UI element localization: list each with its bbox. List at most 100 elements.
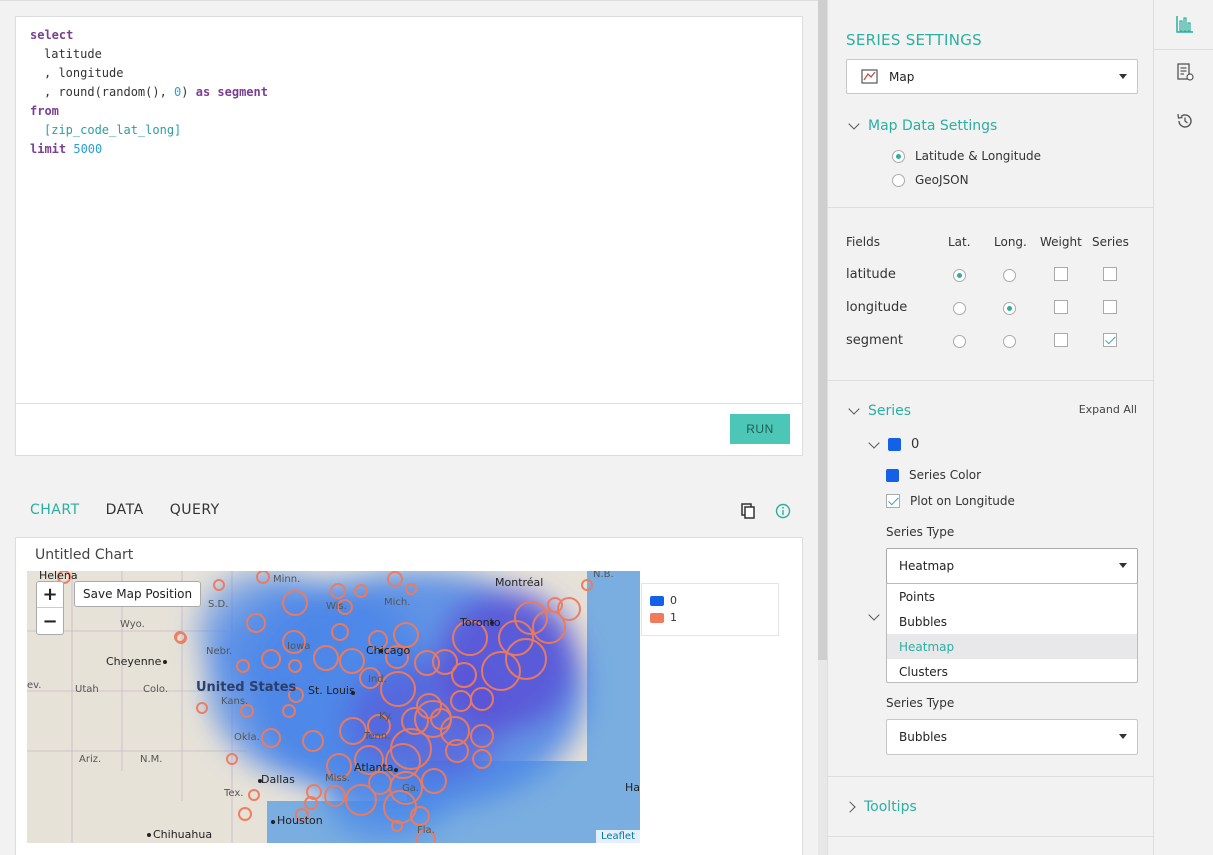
chart-panel: Untitled Chart Helena Minn. S.D. Wyo. Ne… <box>15 537 803 855</box>
field-latitude-lat-radio[interactable] <box>953 269 966 282</box>
plot-on-longitude-label: Plot on Longitude <box>910 494 1015 508</box>
series-section-label: Series <box>868 403 912 419</box>
field-longitude-long-radio[interactable] <box>1003 302 1016 315</box>
series-type-option-heatmap[interactable]: Heatmap <box>887 634 1137 659</box>
workspace-scrollbar[interactable] <box>818 0 827 855</box>
series-0-type-value: Heatmap <box>899 559 955 573</box>
document-settings-icon[interactable] <box>1176 63 1194 81</box>
fields-col-weight: Weight <box>1040 235 1082 249</box>
field-latitude-long-radio[interactable] <box>1003 269 1016 282</box>
field-longitude-series-checkbox[interactable] <box>1103 300 1117 314</box>
field-latitude-weight-checkbox[interactable] <box>1054 267 1068 281</box>
radio-lat-long[interactable]: Latitude & Longitude <box>892 149 1041 163</box>
map-label-st-louis: St. Louis <box>308 684 355 697</box>
map-label-ky: Ky. <box>379 711 393 722</box>
code-line-1: select <box>30 28 74 42</box>
history-icon[interactable] <box>1176 112 1194 130</box>
series-0-toggle[interactable]: 0 <box>868 436 919 452</box>
series-1-toggle[interactable] <box>868 608 880 623</box>
series-type-option-bubbles[interactable]: Bubbles <box>887 609 1137 634</box>
chevron-down-icon <box>868 609 880 621</box>
map-label-ind: Ind. <box>368 674 387 685</box>
series-section-toggle[interactable]: Series <box>848 403 912 419</box>
fields-col-long: Long. <box>994 235 1027 249</box>
map-label-cheyenne: Cheyenne <box>106 655 162 668</box>
divider <box>828 380 1153 381</box>
zoom-in-button[interactable]: + <box>37 582 63 608</box>
radio-lat-long-label: Latitude & Longitude <box>915 149 1042 163</box>
series-1-type-value: Bubbles <box>899 730 948 744</box>
zoom-out-button[interactable]: − <box>37 608 63 634</box>
legend-label-0: 0 <box>670 594 677 607</box>
bar-chart-icon[interactable] <box>1176 15 1194 33</box>
map-label-colo: Colo. <box>143 684 168 695</box>
map-label-dallas: Dallas <box>261 773 295 786</box>
series-type-option-clusters[interactable]: Clusters <box>887 659 1137 684</box>
field-latitude-series-checkbox[interactable] <box>1103 267 1117 281</box>
series-color-swatch[interactable] <box>886 468 899 482</box>
info-icon[interactable] <box>775 503 791 519</box>
plot-on-longitude-row[interactable]: Plot on Longitude <box>886 494 1015 508</box>
map-label-fla: Fla. <box>417 825 435 836</box>
tooltips-section-toggle[interactable]: Tooltips <box>844 799 917 815</box>
series-color-row[interactable]: Series Color <box>886 468 981 482</box>
divider <box>828 776 1153 777</box>
map-label-okla: Okla. <box>234 732 260 743</box>
map-label-sd: S.D. <box>208 599 229 610</box>
divider <box>828 836 1153 837</box>
sql-editor[interactable]: select latitude , longitude , round(rand… <box>15 16 803 456</box>
map-label-kans: Kans. <box>221 696 249 707</box>
field-segment-long-radio[interactable] <box>1003 335 1016 348</box>
sql-code[interactable]: select latitude , longitude , round(rand… <box>30 26 268 159</box>
map-label-houston: Houston <box>277 814 323 827</box>
panel-title: SERIES SETTINGS <box>846 31 982 49</box>
save-map-position-button[interactable]: Save Map Position <box>74 581 202 607</box>
code-line-2: latitude <box>44 47 102 61</box>
field-segment-label: segment <box>846 333 904 348</box>
map-label-tenn: Tenn. <box>364 731 391 742</box>
chevron-down-icon <box>1119 734 1127 739</box>
field-segment-lat-radio[interactable] <box>953 335 966 348</box>
legend-item-1[interactable]: 1 <box>650 609 770 626</box>
chart-title[interactable]: Untitled Chart <box>35 547 133 563</box>
chevron-down-icon <box>868 436 880 449</box>
copy-icon[interactable] <box>740 503 756 519</box>
series-0-type-select[interactable]: Heatmap <box>886 548 1138 584</box>
icon-rail <box>1154 0 1213 855</box>
fields-header: Fields <box>846 235 880 249</box>
field-longitude-weight-checkbox[interactable] <box>1054 300 1068 314</box>
field-segment-weight-checkbox[interactable] <box>1054 333 1068 347</box>
legend-label-1: 1 <box>670 611 677 624</box>
map-label-tex: Tex. <box>224 788 244 799</box>
series-type-option-points[interactable]: Points <box>887 584 1137 609</box>
scrollbar-thumb[interactable] <box>818 0 827 660</box>
map-label-nm: N.M. <box>140 754 163 765</box>
radio-geojson[interactable]: GeoJSON <box>892 173 969 187</box>
map-label-utah: Utah <box>75 684 99 695</box>
series-type-dropdown: Points Bubbles Heatmap Clusters <box>886 583 1138 683</box>
series-1-type-select[interactable]: Bubbles <box>886 719 1138 755</box>
tab-chart[interactable]: CHART <box>30 502 80 518</box>
expand-all-link[interactable]: Expand All <box>1079 403 1137 416</box>
leaflet-attribution-link[interactable]: Leaflet <box>595 830 640 843</box>
series-settings-panel: SERIES SETTINGS Map Map Data Settings La… <box>827 0 1154 855</box>
series-0-swatch <box>888 438 901 451</box>
tab-query[interactable]: QUERY <box>170 502 220 518</box>
legend-item-0[interactable]: 0 <box>650 592 770 609</box>
plot-on-longitude-checkbox[interactable] <box>886 494 900 508</box>
zoom-control: + − <box>36 581 64 635</box>
field-longitude-label: longitude <box>846 300 908 315</box>
chart-type-value: Map <box>889 69 915 84</box>
chart-legend: 0 1 <box>641 583 779 636</box>
chart-type-select[interactable]: Map <box>846 59 1138 94</box>
tab-data[interactable]: DATA <box>106 502 144 518</box>
code-line-6: [zip_code_lat_long] <box>44 123 182 137</box>
radio-geojson-indicator[interactable] <box>892 173 905 187</box>
run-button[interactable]: RUN <box>730 414 790 444</box>
radio-lat-long-indicator[interactable] <box>892 149 905 163</box>
field-segment-series-checkbox[interactable] <box>1103 333 1117 347</box>
map-data-settings-toggle[interactable]: Map Data Settings <box>848 118 997 134</box>
field-longitude-lat-radio[interactable] <box>953 302 966 315</box>
map-view[interactable]: Helena Minn. S.D. Wyo. Nebr. Iowa Wis. M… <box>27 571 640 843</box>
map-label-ha: Ha <box>625 781 640 794</box>
